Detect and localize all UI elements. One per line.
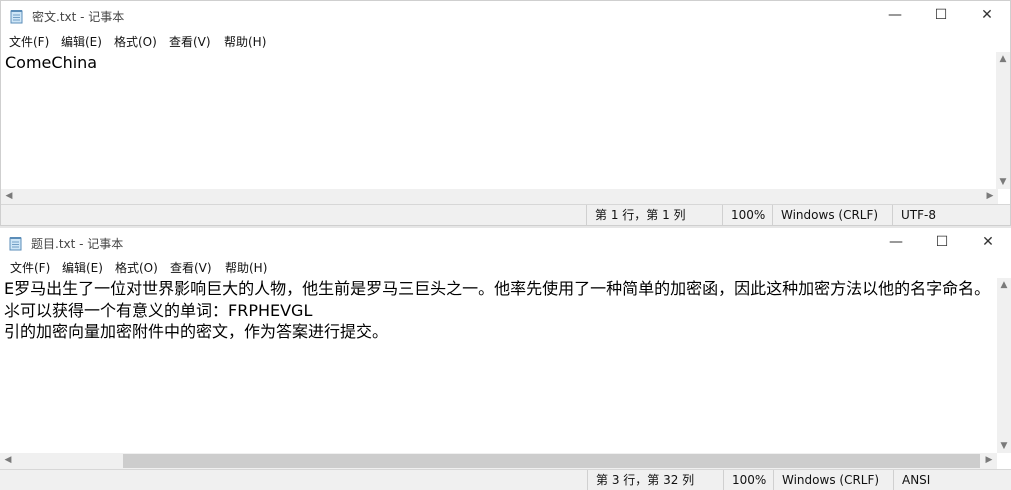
- notepad-window-ciphertext: 密文.txt - 记事本 — ☐ ✕ 文件(F) 编辑(E) 格式(O) 查看(…: [0, 0, 1011, 226]
- notepad-window-question: 题目.txt - 记事本 — ☐ ✕ 文件(F) 编辑(E) 格式(O) 查看(…: [0, 228, 1011, 490]
- vertical-scrollbar[interactable]: ▲ ▼: [996, 52, 1010, 189]
- maximize-button[interactable]: ☐: [918, 1, 964, 30]
- scroll-left-icon[interactable]: ◀: [1, 455, 15, 465]
- scroll-right-icon[interactable]: ▶: [983, 191, 997, 201]
- scroll-down-icon[interactable]: ▼: [997, 441, 1011, 451]
- title-bar[interactable]: 题目.txt - 记事本 — ☐ ✕: [0, 228, 1011, 257]
- menu-view[interactable]: 查看(V): [169, 32, 211, 52]
- text-editor[interactable]: E罗马出生了一位对世界影响巨大的人物，他生前是罗马三巨头之一。他率先使用了一种简…: [0, 278, 997, 453]
- status-position: 第 3 行，第 32 列: [587, 470, 723, 490]
- notepad-icon: [10, 10, 23, 24]
- menu-format[interactable]: 格式(O): [115, 258, 158, 278]
- text-line: E罗马出生了一位对世界影响巨大的人物，他生前是罗马三巨头之一。他率先使用了一种简…: [4, 279, 991, 298]
- status-zoom: 100%: [723, 470, 773, 490]
- menu-edit[interactable]: 编辑(E): [62, 258, 103, 278]
- window-title: 题目.txt - 记事本: [31, 237, 124, 251]
- title-bar[interactable]: 密文.txt - 记事本 — ☐ ✕: [1, 1, 1010, 30]
- status-line-ending: Windows (CRLF): [773, 470, 893, 490]
- menu-edit[interactable]: 编辑(E): [61, 32, 102, 52]
- status-encoding: ANSI: [893, 470, 1011, 490]
- status-bar: 第 3 行，第 32 列 100% Windows (CRLF) ANSI: [0, 469, 1011, 490]
- notepad-icon: [9, 237, 22, 251]
- scroll-down-icon[interactable]: ▼: [996, 177, 1010, 187]
- scroll-left-icon[interactable]: ◀: [2, 191, 16, 201]
- menu-format[interactable]: 格式(O): [114, 32, 157, 52]
- menu-file[interactable]: 文件(F): [9, 32, 49, 52]
- minimize-button[interactable]: —: [873, 228, 919, 257]
- menu-help[interactable]: 帮助(H): [225, 258, 267, 278]
- status-zoom: 100%: [722, 205, 772, 225]
- text-line: ComeChina: [5, 53, 98, 72]
- status-bar: 第 1 行，第 1 列 100% Windows (CRLF) UTF-8: [1, 204, 1010, 225]
- scroll-up-icon[interactable]: ▲: [996, 54, 1010, 64]
- vertical-scrollbar[interactable]: ▲ ▼: [997, 278, 1011, 453]
- text-line: ⺢可以获得一个有意义的单词：FRPHEVGL: [4, 301, 313, 320]
- status-line-ending: Windows (CRLF): [772, 205, 892, 225]
- menu-file[interactable]: 文件(F): [10, 258, 50, 278]
- horizontal-scrollbar[interactable]: ◀ ▶: [1, 189, 998, 205]
- close-button[interactable]: ✕: [964, 1, 1010, 30]
- minimize-button[interactable]: —: [872, 1, 918, 30]
- menu-bar: 文件(F) 编辑(E) 格式(O) 查看(V) 帮助(H): [1, 32, 1010, 52]
- status-encoding: UTF-8: [892, 205, 1010, 225]
- status-position: 第 1 行，第 1 列: [586, 205, 722, 225]
- window-title: 密文.txt - 记事本: [32, 10, 125, 24]
- scroll-right-icon[interactable]: ▶: [982, 455, 996, 465]
- maximize-button[interactable]: ☐: [919, 228, 965, 257]
- menu-bar: 文件(F) 编辑(E) 格式(O) 查看(V) 帮助(H): [0, 258, 1011, 278]
- text-line: 引的加密向量加密附件中的密文，作为答案进行提交。: [4, 322, 389, 341]
- horizontal-scrollbar[interactable]: ◀ ▶: [0, 453, 997, 469]
- scroll-thumb[interactable]: [123, 454, 980, 468]
- close-button[interactable]: ✕: [965, 228, 1011, 257]
- scroll-up-icon[interactable]: ▲: [997, 280, 1011, 290]
- menu-help[interactable]: 帮助(H): [224, 32, 266, 52]
- text-editor[interactable]: ComeChina: [1, 52, 996, 189]
- menu-view[interactable]: 查看(V): [170, 258, 212, 278]
